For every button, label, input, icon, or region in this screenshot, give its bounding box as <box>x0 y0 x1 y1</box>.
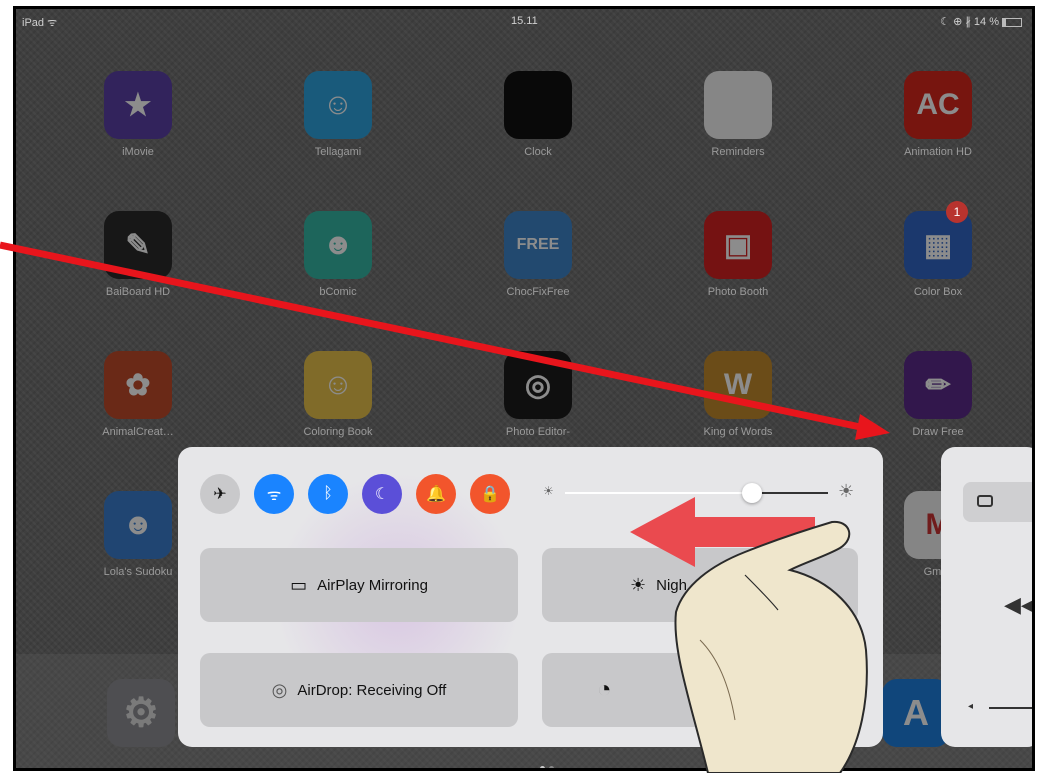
bell-icon: 🔔 <box>426 486 446 503</box>
do-not-disturb-toggle[interactable]: ☾ <box>362 474 402 514</box>
airplay-mirroring-button[interactable]: ▭ AirPlay Mirroring <box>200 548 518 622</box>
night-shift-icon: ☀ <box>630 574 647 595</box>
app-tellagami[interactable]: ☺ Tellagami <box>288 71 388 158</box>
airplay-target-button[interactable] <box>963 482 1032 522</box>
brightness-knob[interactable] <box>741 483 762 503</box>
page-dot <box>540 766 545 768</box>
app-label: Color Box <box>913 286 963 298</box>
timer-button[interactable]: ◔ <box>542 653 858 727</box>
app-reminders[interactable]: Reminders <box>688 71 788 158</box>
bcomic-icon: ☻ <box>304 211 372 279</box>
volume-low-icon: ◂ <box>968 701 974 712</box>
app-clock[interactable]: Clock <box>488 71 588 158</box>
chocfix-icon: FREE <box>504 211 572 279</box>
app-photo-editor[interactable]: ◎ Photo Editor- <box>488 351 588 438</box>
app-chocfix[interactable]: FREE ChocFixFree <box>488 211 588 298</box>
animation-hd-icon: AC <box>904 71 972 139</box>
app-label: Reminders <box>711 146 765 158</box>
app-label: Clock <box>524 146 552 158</box>
draw-free-icon: ✏ <box>904 351 972 419</box>
airplay-icon: ▭ <box>290 574 308 595</box>
brightness-slider[interactable] <box>565 483 828 503</box>
control-center: ✈ ᯤ ᛒ ☾ 🔔 🔒 ☀ ☀ ▭ AirPlay Mirroring ☀ Nigh ◎ … <box>178 447 883 747</box>
settings-icon[interactable]: ⚙ <box>107 679 175 747</box>
clock-time: 15.11 <box>511 15 538 27</box>
battery-icon <box>1002 17 1022 27</box>
app-label: ChocFixFree <box>506 286 570 298</box>
timer-icon: ◔ <box>597 676 612 703</box>
night-shift-button[interactable]: ☀ Nigh <box>542 548 858 622</box>
king-of-words-icon: W <box>704 351 772 419</box>
rotation-lock-icon: 🔒 <box>480 486 500 503</box>
app-draw-free[interactable]: ✏ Draw Free <box>888 351 988 438</box>
volume-slider[interactable] <box>989 707 1032 709</box>
screen-icon <box>977 495 993 507</box>
photo-editor-icon: ◎ <box>504 351 572 419</box>
app-color-box[interactable]: ▦ Color Box <box>888 211 988 298</box>
page-indicator <box>538 758 556 768</box>
app-bcomic[interactable]: ☻ bComic <box>288 211 388 298</box>
app-coloring-book[interactable]: ☺ Coloring Book <box>288 351 388 438</box>
app-label: Tellagami <box>314 146 362 158</box>
rewind-icon[interactable]: ◀◀ <box>1004 592 1032 618</box>
rotation-lock-toggle[interactable]: 🔒 <box>470 474 510 514</box>
app-label: Draw Free <box>912 426 964 438</box>
battery-status: ☾ ⊕ ∦ 14 % <box>940 15 1022 28</box>
app-baiboard[interactable]: ✎ BaiBoard HD <box>88 211 188 298</box>
wifi-icon: ᯤ <box>266 487 282 504</box>
app-label: bComic <box>319 286 357 298</box>
app-label: King of Words <box>703 426 773 438</box>
photo-booth-icon: ▣ <box>704 211 772 279</box>
now-playing-panel: ◀◀ ◂ <box>941 447 1032 747</box>
airplane-mode-toggle[interactable]: ✈ <box>200 474 240 514</box>
baiboard-icon: ✎ <box>104 211 172 279</box>
app-label: Lola's Sudoku <box>103 566 173 578</box>
airdrop-label: AirDrop: Receiving Off <box>297 681 447 699</box>
brightness-high-icon: ☀ <box>838 481 855 501</box>
mute-toggle[interactable]: 🔔 <box>416 474 456 514</box>
wifi-toggle[interactable]: ᯤ <box>254 474 294 514</box>
reminders-icon <box>704 71 772 139</box>
app-label: iMovie <box>122 146 154 158</box>
bluetooth-icon: ᛒ <box>323 485 333 502</box>
lolas-sudoku-icon: ☻ <box>104 491 172 559</box>
tellagami-icon: ☺ <box>304 71 372 139</box>
app-label: BaiBoard HD <box>105 286 171 298</box>
airplane-icon: ✈ <box>213 486 227 503</box>
app-label: Coloring Book <box>303 426 373 438</box>
airdrop-button[interactable]: ◎ AirDrop: Receiving Off <box>200 653 518 727</box>
app-imovie[interactable]: ★ iMovie <box>88 71 188 158</box>
page-dot <box>549 766 554 768</box>
app-photo-booth[interactable]: ▣ Photo Booth <box>688 211 788 298</box>
notification-badge: 1 <box>946 201 968 223</box>
app-label: Photo Editor- <box>505 426 571 438</box>
moon-icon: ☾ <box>374 486 390 503</box>
app-label: Animation HD <box>904 146 972 158</box>
airplay-label: AirPlay Mirroring <box>317 576 428 594</box>
ipad-screen: iPad ᯤ 15.11 ☾ ⊕ ∦ 14 % ★ iMovie ☺ Tellagam… <box>13 6 1035 771</box>
app-animal-creator[interactable]: ✿ AnimalCreat… <box>88 351 188 438</box>
app-king-of-words[interactable]: W King of Words <box>688 351 788 438</box>
coloring-book-icon: ☺ <box>304 351 372 419</box>
brightness-fill <box>565 492 752 494</box>
app-animation-hd[interactable]: AC Animation HD <box>888 71 988 158</box>
bluetooth-toggle[interactable]: ᛒ <box>308 474 348 514</box>
animal-creator-icon: ✿ <box>104 351 172 419</box>
airdrop-icon: ◎ <box>271 679 288 700</box>
app-label: Photo Booth <box>707 286 769 298</box>
clock-icon <box>504 71 572 139</box>
app-label: AnimalCreat… <box>102 426 174 438</box>
device-label: iPad ᯤ <box>22 17 58 29</box>
brightness-low-icon: ☀ <box>543 484 554 498</box>
app-lolas-sudoku[interactable]: ☻ Lola's Sudoku <box>88 491 188 578</box>
night-shift-label: Nigh <box>656 576 687 594</box>
app-store-icon[interactable]: A <box>882 679 950 747</box>
imovie-icon: ★ <box>104 71 172 139</box>
status-bar: iPad ᯤ 15.11 ☾ ⊕ ∦ 14 % <box>16 9 1032 33</box>
